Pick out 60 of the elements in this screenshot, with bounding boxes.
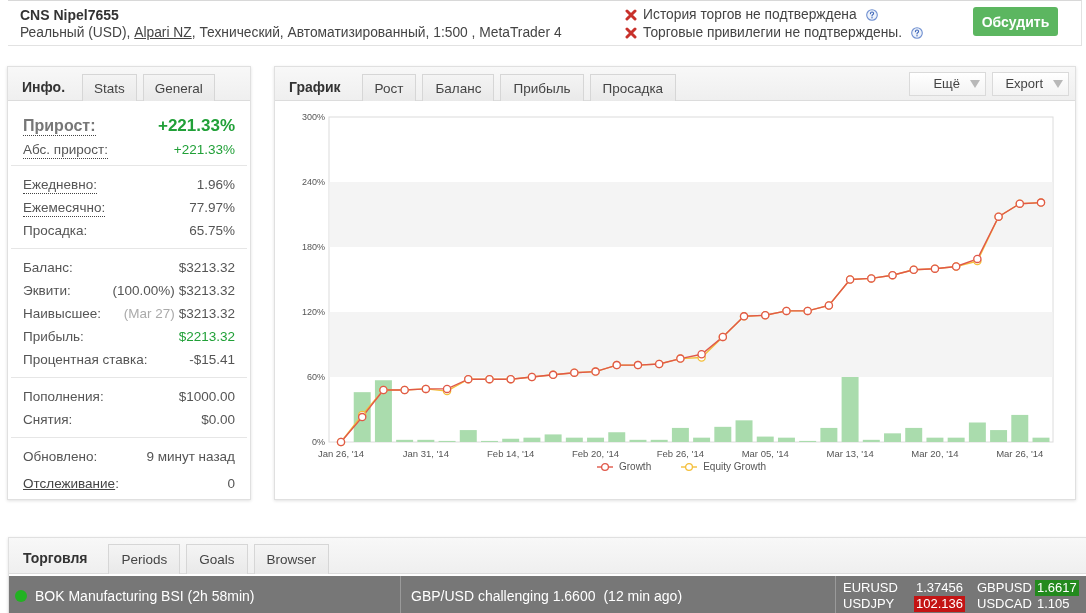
stat-value: $3213.32: [178, 260, 235, 275]
axis-label: Mar 20, '14: [911, 448, 959, 459]
axis-label: Mar 13, '14: [826, 448, 874, 459]
legend-label: Growth: [618, 461, 652, 472]
stat-label: Снятия:: [23, 412, 73, 427]
stat-label: Прибыль:: [23, 329, 84, 344]
stat-value: $3213.32: [178, 283, 235, 298]
warning-text: История торгов не подтверждена: [643, 7, 857, 22]
axis-label: 180%: [301, 242, 325, 252]
stat-label: Просадка:: [23, 223, 88, 238]
axis-label: Feb 26, '14: [656, 448, 704, 459]
stat-note: (Mar 27): [123, 306, 175, 321]
axis-label: Jan 26, '14: [317, 448, 365, 459]
quote-price: 102.136: [914, 596, 965, 612]
quote-price: 1.37456: [915, 580, 964, 596]
stat-value: +221.33%: [173, 142, 235, 157]
stat-value: 65.75%: [189, 223, 235, 238]
stat-value: 9 минут назад: [146, 449, 235, 464]
stat-label: Абс. прирост:: [23, 142, 108, 159]
alert-time: (12 min ago): [603, 588, 683, 604]
stat-label: Процентная ставка:: [23, 352, 148, 367]
currency-symbol: USDJPY: [843, 596, 896, 612]
currency-symbol: EURUSD: [843, 580, 899, 596]
stat-label: Прирост:: [23, 116, 96, 136]
axis-label: 60%: [307, 372, 325, 382]
axis-label: 0%: [312, 437, 325, 447]
currency-symbol: USDCAD: [976, 596, 1033, 612]
stat-label: Ежедневно:: [23, 177, 97, 194]
stat-value: $1000.00: [178, 389, 235, 404]
stat-value: -$15.41: [189, 352, 235, 367]
stat-value: $0.00: [201, 412, 235, 427]
stat-label: Обновлено:: [23, 449, 98, 464]
stat-value: +221.33%: [157, 115, 235, 136]
axis-label: 300%: [301, 112, 325, 122]
warning-text: Торговые привилегии не подтверждены.: [643, 25, 902, 40]
axis-label: 120%: [301, 307, 325, 317]
axis-label: Feb 20, '14: [571, 448, 620, 459]
currency-symbol: GBPUSD: [976, 580, 1033, 596]
stat-note: (100.00%): [112, 283, 175, 298]
account-details: Реальный (USD), Alpari NZ, Технический, Автоматизированный, 1:500 , MetaTrader 4: [20, 24, 563, 40]
stat-label: Ежемесячно:: [23, 200, 106, 217]
axis-label: Feb 14, '14: [487, 448, 535, 459]
account-title: CNS Nipel7655: [20, 6, 120, 23]
stat-value: $3213.32: [178, 306, 235, 321]
stat-value: 1.96%: [196, 177, 235, 192]
stat-value: 77.97%: [189, 200, 235, 215]
stat-value: 0: [227, 476, 235, 491]
quote-price: 1.6617: [1035, 580, 1079, 596]
stat-label: Эквити:: [23, 283, 71, 298]
stat-label: Баланс:: [23, 260, 73, 275]
quote-price: 1.105: [1036, 596, 1071, 612]
axis-label: Mar 26, '14: [996, 448, 1044, 459]
axis-label: Mar 05, '14: [741, 448, 789, 459]
stat-value: $2213.32: [178, 329, 235, 344]
axis-label: Jan 31, '14: [402, 448, 449, 459]
stat-label: Отслеживание:: [23, 476, 119, 491]
legend-label: Equity Growth: [703, 461, 766, 472]
stat-label: Пополнения:: [23, 389, 104, 404]
stat-label: Наивысшее:: [23, 306, 102, 321]
axis-label: 240%: [301, 177, 325, 187]
